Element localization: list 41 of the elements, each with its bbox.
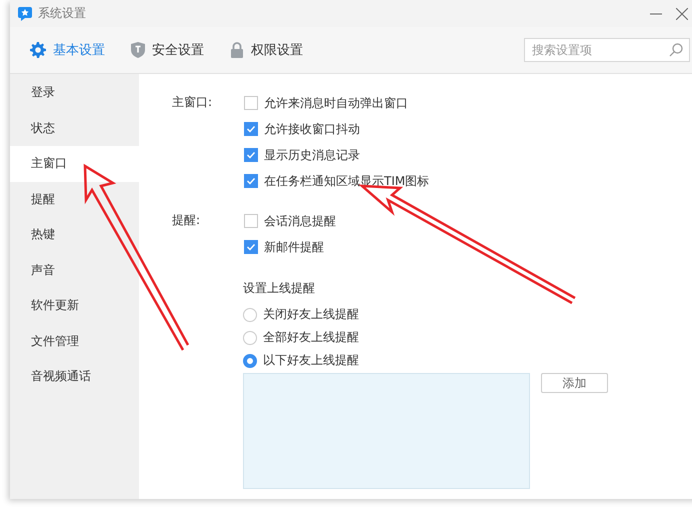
radio-button[interactable] <box>243 308 257 322</box>
radio-button[interactable] <box>243 354 257 368</box>
checkbox[interactable] <box>244 122 258 136</box>
option-label: 新邮件提醒 <box>264 238 324 256</box>
checkbox[interactable] <box>244 214 258 228</box>
option-label: 以下好友上线提醒 <box>263 352 359 369</box>
section-label: 提醒: <box>172 212 202 229</box>
sidebar-item[interactable]: 声音 <box>10 252 139 288</box>
add-button[interactable]: 添加 <box>541 373 608 393</box>
sidebar-item[interactable]: 音视频通话 <box>10 359 139 394</box>
option-label: 会话消息提醒 <box>264 212 336 230</box>
settings-tab[interactable]: 安全设置 <box>131 41 218 59</box>
section-label: 主窗口: <box>172 94 214 111</box>
window-title: 系统设置 <box>38 5 86 22</box>
lock-icon <box>230 42 244 58</box>
settings-tab[interactable]: 基本设置 <box>30 41 119 59</box>
settings-tab[interactable]: 权限设置 <box>230 41 317 59</box>
sidebar-item[interactable]: 状态 <box>10 110 139 146</box>
checkbox[interactable] <box>244 174 258 188</box>
option-label: 允许接收窗口抖动 <box>264 120 360 138</box>
checkbox[interactable] <box>244 96 258 110</box>
option-label: 允许来消息时自动弹出窗口 <box>264 94 408 112</box>
checkbox[interactable] <box>244 148 258 162</box>
close-icon[interactable] <box>676 8 688 20</box>
sidebar-item[interactable]: 提醒 <box>10 182 139 217</box>
gear-icon <box>30 42 46 58</box>
option-label: 显示历史消息记录 <box>264 146 360 164</box>
sidebar-item[interactable]: 登录 <box>10 75 139 110</box>
sidebar-item[interactable]: 主窗口 <box>10 146 139 182</box>
sidebar-item[interactable]: 软件更新 <box>10 288 139 324</box>
star-badge-icon <box>18 6 32 21</box>
option-label: 关闭好友上线提醒 <box>263 306 359 323</box>
radio-button[interactable] <box>243 330 257 344</box>
sidebar-item[interactable]: 热键 <box>10 217 139 252</box>
option-label: 全部好友上线提醒 <box>263 329 359 346</box>
subsection-title: 设置上线提醒 <box>243 280 316 297</box>
search-field[interactable]: 搜索设置项 <box>524 38 690 62</box>
sidebar-item[interactable]: 文件管理 <box>10 324 139 359</box>
search-icon <box>669 43 683 57</box>
checkbox[interactable] <box>244 240 258 254</box>
shield-icon <box>131 42 145 58</box>
